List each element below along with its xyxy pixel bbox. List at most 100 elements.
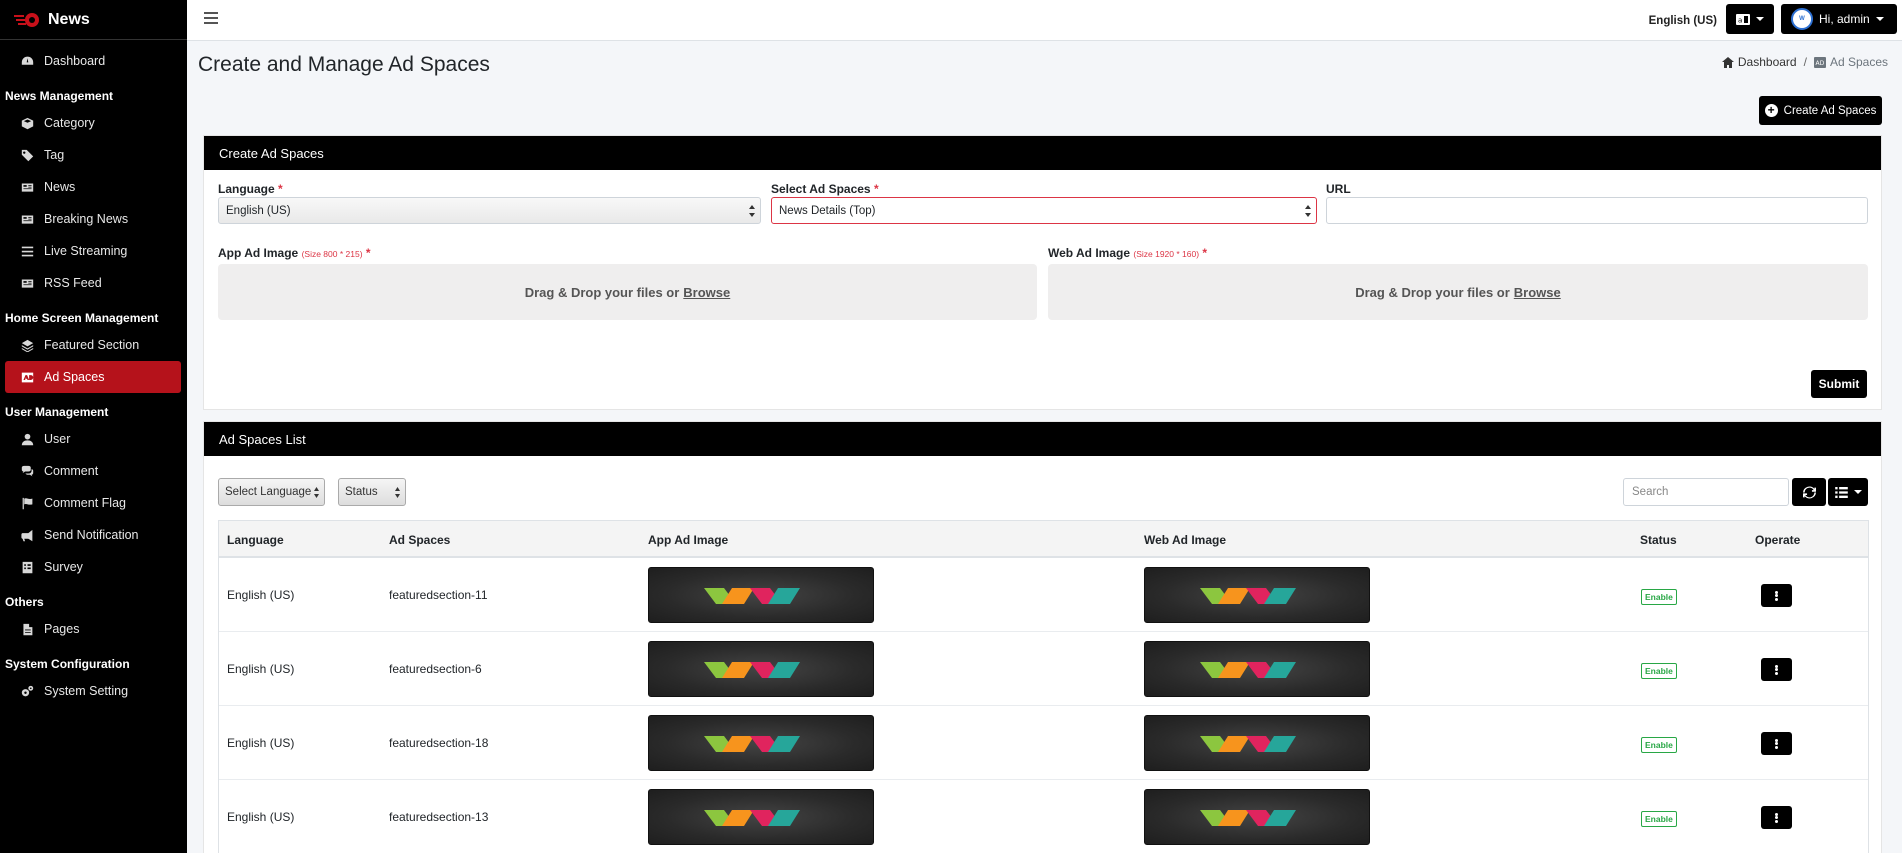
sidebar-item-label: Comment	[44, 464, 99, 478]
gears-icon	[20, 684, 34, 698]
menu-toggle-icon[interactable]	[204, 12, 218, 24]
sidebar-item-label: Comment Flag	[44, 496, 126, 510]
svg-text:a: a	[1738, 16, 1742, 24]
sidebar-item-comment-flag[interactable]: Comment Flag	[0, 487, 187, 519]
columns-toggle-button[interactable]	[1828, 478, 1868, 506]
sidebar-item-label: Featured Section	[44, 338, 140, 352]
app-ad-thumbnail[interactable]	[648, 789, 874, 845]
ad-space-label: Select Ad Spaces *	[771, 182, 879, 196]
app-image-dropzone[interactable]: Drag & Drop your files or Browse	[218, 264, 1037, 320]
sidebar-item-rss-feed[interactable]: RSS Feed	[0, 267, 187, 299]
web-ad-thumbnail[interactable]	[1144, 789, 1370, 845]
ad-banner-image	[1200, 588, 1296, 604]
browse-link[interactable]: Browse	[1514, 285, 1561, 300]
sidebar-item-breaking-news[interactable]: Breaking News	[0, 203, 187, 235]
cell-language: English (US)	[227, 662, 295, 676]
browse-link[interactable]: Browse	[683, 285, 730, 300]
home-icon	[1721, 56, 1734, 68]
sidebar-item-tag[interactable]: Tag	[0, 139, 187, 171]
user-menu-button[interactable]: W Hi, admin	[1781, 4, 1897, 34]
sidebar-item-label: Live Streaming	[44, 244, 128, 258]
app-ad-thumbnail[interactable]	[648, 715, 874, 771]
table-row: English (US) featuredsection-6 Enable	[219, 632, 1868, 706]
select-arrows-icon	[395, 487, 400, 498]
ellipsis-vertical-icon	[1775, 812, 1778, 823]
sidebar-item-pages[interactable]: Pages	[0, 613, 187, 645]
operate-menu-button[interactable]	[1761, 584, 1792, 607]
cell-language: English (US)	[227, 736, 295, 750]
page-title: Create and Manage Ad Spaces	[198, 53, 490, 76]
ellipsis-vertical-icon	[1775, 664, 1778, 675]
web-image-dropzone[interactable]: Drag & Drop your files or Browse	[1048, 264, 1868, 320]
sidebar-item-system-setting[interactable]: System Setting	[0, 675, 187, 707]
sidebar-item-label: RSS Feed	[44, 276, 102, 290]
sidebar-item-survey[interactable]: Survey	[0, 551, 187, 583]
column-header[interactable]: Status	[1640, 533, 1677, 547]
app-ad-thumbnail[interactable]	[648, 641, 874, 697]
sidebar-item-category[interactable]: Category	[0, 107, 187, 139]
column-header[interactable]: Ad Spaces	[389, 533, 450, 547]
sidebar-item-user[interactable]: User	[0, 423, 187, 455]
bullhorn-icon	[20, 528, 34, 542]
newspaper-icon	[20, 276, 34, 290]
sidebar-item-label: Category	[44, 116, 95, 130]
web-ad-thumbnail[interactable]	[1144, 715, 1370, 771]
ad-banner-image	[1200, 736, 1296, 752]
operate-menu-button[interactable]	[1761, 732, 1792, 755]
select-arrows-icon	[314, 487, 319, 498]
sidebar-item-dashboard[interactable]: Dashboard	[0, 45, 187, 77]
column-header[interactable]: App Ad Image	[648, 533, 728, 547]
status-badge: Enable	[1641, 589, 1677, 605]
sidebar-item-ad-spaces[interactable]: Ad Spaces	[5, 361, 181, 393]
refresh-button[interactable]	[1792, 478, 1826, 506]
cell-language: English (US)	[227, 588, 295, 602]
breadcrumb-current: Ad Spaces	[1829, 55, 1888, 69]
column-header[interactable]: Web Ad Image	[1144, 533, 1226, 547]
language-filter-select[interactable]: Select Language	[218, 478, 325, 506]
nav-header-home-screen: Home Screen Management	[5, 311, 159, 325]
cell-ad-space: featuredsection-13	[389, 810, 489, 824]
sidebar-item-label: Survey	[44, 560, 83, 574]
cube-icon	[20, 116, 34, 130]
avatar: W	[1791, 8, 1813, 30]
operate-menu-button[interactable]	[1761, 658, 1792, 681]
newspaper-icon	[20, 212, 34, 226]
user-greeting: Hi, admin	[1819, 12, 1870, 26]
column-header[interactable]: Operate	[1755, 533, 1800, 547]
web-ad-thumbnail[interactable]	[1144, 641, 1370, 697]
create-ad-spaces-button[interactable]: + Create Ad Spaces	[1759, 96, 1882, 125]
sidebar-item-featured-section[interactable]: Featured Section	[0, 329, 187, 361]
sidebar-item-label: News	[44, 180, 76, 194]
sidebar-item-live-streaming[interactable]: Live Streaming	[0, 235, 187, 267]
submit-button[interactable]: Submit	[1811, 370, 1867, 398]
status-badge: Enable	[1641, 811, 1677, 827]
table-row: English (US) featuredsection-18 Enable	[219, 706, 1868, 780]
url-input[interactable]	[1326, 197, 1868, 224]
url-label: URL	[1326, 182, 1351, 196]
language-select[interactable]: English (US)	[218, 197, 761, 224]
breadcrumb-home[interactable]: Dashboard	[1738, 55, 1797, 69]
sidebar-item-news[interactable]: News	[0, 171, 187, 203]
ad-spaces-list-card: Ad Spaces List Select Language Status Se…	[203, 421, 1882, 853]
search-input[interactable]: Search	[1623, 478, 1789, 506]
language-dropdown-button[interactable]: a	[1726, 4, 1774, 34]
status-filter-select[interactable]: Status	[338, 478, 406, 506]
current-language: English (US)	[1648, 15, 1717, 27]
sidebar-item-send-notification[interactable]: Send Notification	[0, 519, 187, 551]
chevron-down-icon	[1853, 490, 1862, 494]
column-header[interactable]: Language	[227, 533, 284, 547]
ellipsis-vertical-icon	[1775, 590, 1778, 601]
web-ad-thumbnail[interactable]	[1144, 567, 1370, 623]
nav-header-system-config: System Configuration	[5, 657, 130, 671]
sidebar-item-label: User	[44, 432, 71, 446]
language-icon: a	[1736, 13, 1750, 25]
sidebar-item-comment[interactable]: Comment	[0, 455, 187, 487]
brand-name: News	[48, 10, 90, 28]
operate-menu-button[interactable]	[1761, 806, 1792, 829]
app-image-label: App Ad Image (Size 800 * 215) *	[218, 246, 371, 260]
nav-header-user-management: User Management	[5, 405, 109, 419]
brand[interactable]: News	[0, 0, 187, 40]
app-ad-thumbnail[interactable]	[648, 567, 874, 623]
ad-space-select[interactable]: News Details (Top)	[771, 197, 1317, 224]
table-row: English (US) featuredsection-11 Enable	[219, 558, 1868, 632]
